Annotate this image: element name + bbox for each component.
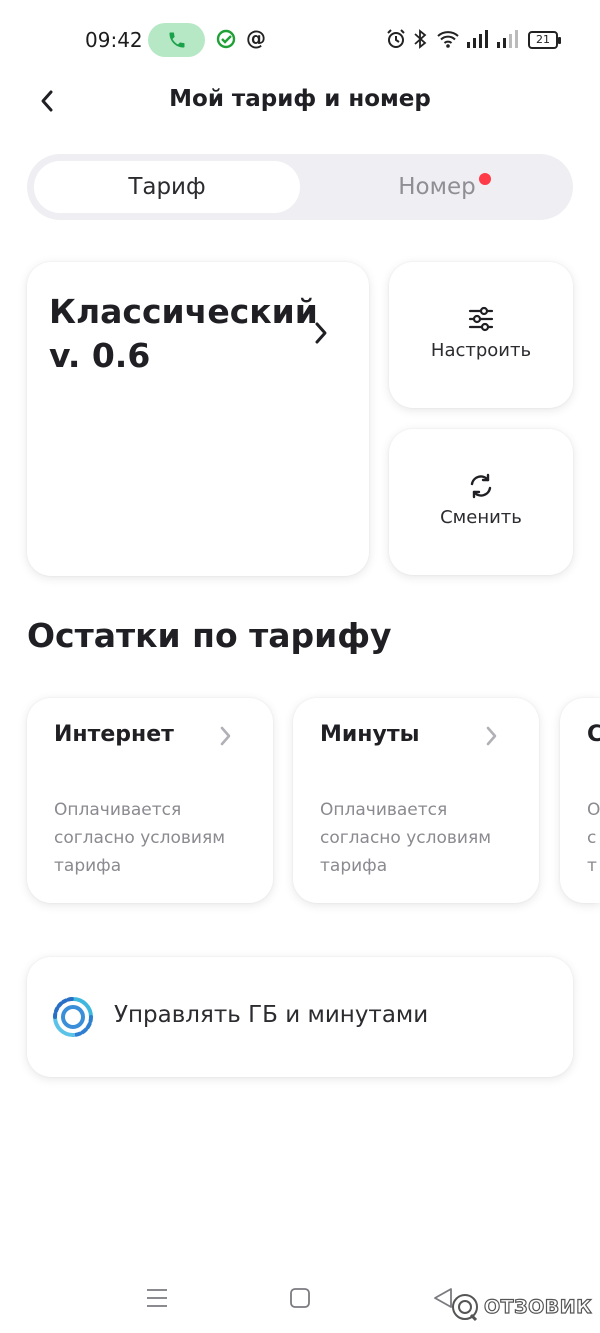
tab-tariff[interactable]: Тариф — [34, 161, 300, 213]
notification-badge — [479, 173, 491, 185]
tariff-card[interactable]: Классический v. 0.6 — [27, 262, 369, 576]
chevron-right-icon — [486, 726, 497, 746]
remainder-description: Оплачивается согласно условиям тарифа — [54, 800, 226, 876]
configure-button[interactable]: Настроить — [389, 262, 573, 408]
refresh-icon — [470, 473, 492, 499]
ongoing-call-indicator[interactable] — [148, 23, 205, 57]
chevron-right-icon — [315, 322, 327, 344]
watermark-text: ОТЗОВИК — [483, 1295, 593, 1318]
check-circle-icon — [216, 29, 236, 49]
otzovik-watermark: ОТЗОВИК — [450, 1290, 592, 1324]
phone-icon — [169, 32, 184, 48]
status-bar: 09:42 @ 21 — [0, 0, 600, 80]
change-tariff-button[interactable]: Сменить — [389, 429, 573, 575]
page-title: Мой тариф и номер — [169, 86, 431, 112]
alarm-icon — [387, 29, 405, 48]
remainder-title: Интернет — [54, 722, 174, 747]
wifi-icon — [437, 31, 459, 48]
chevron-right-icon — [220, 726, 231, 746]
section-title: Остатки по тарифу — [27, 616, 392, 655]
ring-icon — [53, 997, 93, 1037]
change-label: Сменить — [440, 507, 522, 528]
home-nav-icon[interactable] — [288, 1286, 312, 1310]
configure-label: Настроить — [430, 340, 532, 361]
bluetooth-icon — [414, 29, 427, 49]
tariff-name: Классический v. 0.6 — [49, 292, 318, 375]
sliders-icon — [468, 306, 494, 332]
menu-nav-icon[interactable] — [145, 1286, 169, 1310]
minutes-remainder-card[interactable]: Минуты Оплачивается согласно условиям та… — [293, 698, 539, 903]
signal-weak-icon — [497, 30, 518, 48]
remainder-title: Минуты — [320, 722, 420, 747]
tab-switcher: Тариф Номер — [27, 154, 573, 220]
signal-icon — [467, 30, 488, 48]
manage-gb-minutes-button[interactable]: Управлять ГБ и минутами — [27, 957, 573, 1077]
at-sign-icon: @ — [246, 26, 266, 50]
remainder-title: С — [587, 722, 600, 747]
remainder-description: Оплачивается согласно условиям тарифа — [320, 800, 492, 876]
watermark-logo-icon — [452, 1294, 478, 1322]
internet-remainder-card[interactable]: Интернет Оплачивается согласно условиям … — [27, 698, 273, 903]
tab-number[interactable]: Номер — [307, 161, 567, 213]
status-time: 09:42 — [85, 28, 143, 52]
sms-remainder-card[interactable]: С О с т — [560, 698, 600, 903]
remainder-description: О с т — [587, 800, 600, 876]
battery-icon: 21 — [528, 31, 561, 49]
manage-label: Управлять ГБ и минутами — [114, 1002, 429, 1028]
